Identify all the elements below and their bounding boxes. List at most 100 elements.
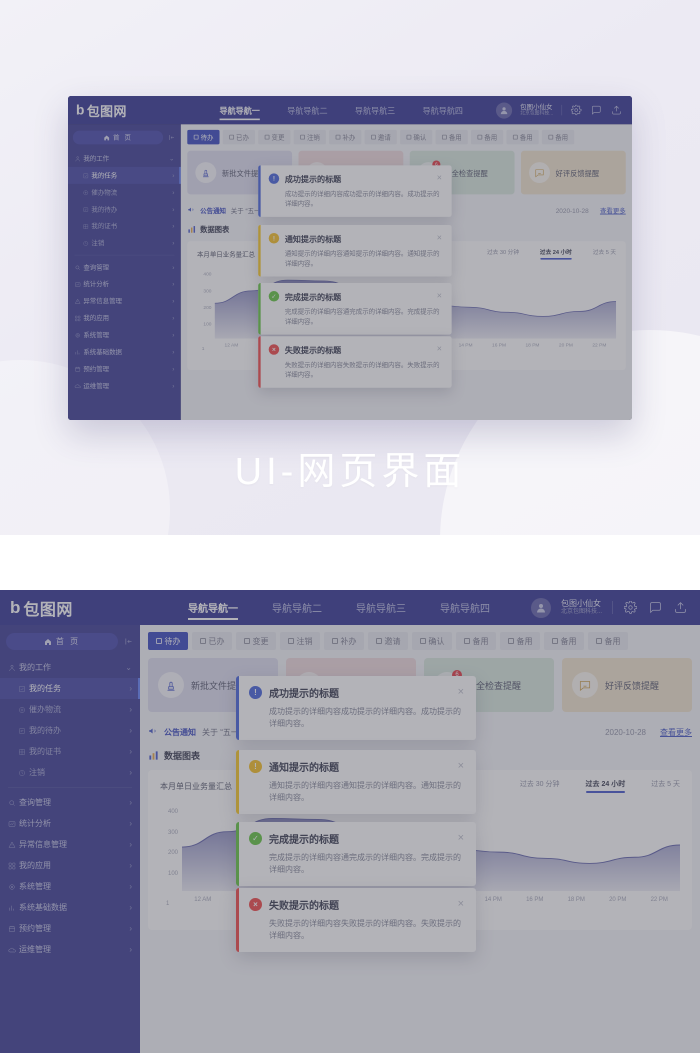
export-icon[interactable] bbox=[673, 600, 688, 615]
sidebar-home-button[interactable]: 首 页 bbox=[6, 633, 118, 650]
sidebar-item-6[interactable]: 注销 › bbox=[68, 235, 181, 252]
tab-3[interactable]: 变更 bbox=[258, 129, 291, 145]
sidebar-home-button[interactable]: 首 页 bbox=[72, 130, 164, 145]
tab-11[interactable]: 备用 bbox=[541, 129, 575, 145]
gear-icon[interactable] bbox=[623, 600, 638, 615]
sidebar-item-5[interactable]: 我的证书 › bbox=[0, 741, 140, 762]
sidebar-item-9[interactable]: 异常信息管理 › bbox=[0, 834, 140, 855]
sidebar-item-2[interactable]: 我的任务 › bbox=[68, 166, 181, 184]
toast-success[interactable]: ✓ 完成提示的标题 × 完成提示的详细内容通完成示的详细内容。完成提示的详细内容。 bbox=[258, 282, 452, 335]
tab-5[interactable]: 补办 bbox=[324, 632, 364, 650]
topnav-item-2[interactable]: 导航导航二 bbox=[287, 96, 327, 124]
close-icon[interactable]: × bbox=[457, 899, 465, 910]
tab-5[interactable]: 补办 bbox=[329, 129, 362, 145]
reminder-card-4[interactable]: 好评反馈提醒 bbox=[520, 150, 626, 195]
sidebar-item-14[interactable]: 运维管理 › bbox=[68, 377, 181, 394]
topnav-item-4[interactable]: 导航导航四 bbox=[423, 96, 463, 124]
close-icon[interactable]: × bbox=[457, 833, 465, 844]
tab-1[interactable]: 待办 bbox=[187, 129, 220, 145]
topnav-item-3[interactable]: 导航导航三 bbox=[356, 590, 406, 625]
avatar[interactable] bbox=[530, 597, 551, 618]
sidebar-item-12[interactable]: 系统基础数据 › bbox=[68, 343, 181, 360]
sidebar-item-4[interactable]: 我的待办 › bbox=[68, 201, 181, 218]
sidebar-item-1[interactable]: 我的工作 ⌄ bbox=[68, 150, 181, 167]
close-icon[interactable]: × bbox=[436, 345, 443, 354]
toast-warn[interactable]: ! 通知提示的标题 × 通知提示的详细内容通知提示的详细内容。通知提示的详细内容。 bbox=[236, 750, 476, 814]
sidebar-item-8[interactable]: 统计分析 › bbox=[0, 813, 140, 834]
tab-6[interactable]: 邀请 bbox=[364, 129, 397, 145]
export-icon[interactable] bbox=[610, 104, 622, 116]
app-logo[interactable]: b 包图网 bbox=[68, 100, 181, 119]
sidebar-item-3[interactable]: 催办物流 › bbox=[68, 184, 181, 201]
topnav-item-1[interactable]: 导航导航一 bbox=[188, 590, 238, 625]
chart-filter-2[interactable]: 过去 24 小时 bbox=[585, 779, 625, 793]
sidebar-item-2[interactable]: 我的任务 › bbox=[0, 678, 140, 699]
sidebar-item-1[interactable]: 我的工作 ⌄ bbox=[0, 657, 140, 678]
tab-7[interactable]: 确认 bbox=[412, 632, 452, 650]
tab-11[interactable]: 备用 bbox=[588, 632, 628, 650]
toast-success[interactable]: ✓ 完成提示的标题 × 完成提示的详细内容通完成示的详细内容。完成提示的详细内容。 bbox=[236, 822, 476, 886]
sidebar-item-10[interactable]: 我的应用 › bbox=[0, 855, 140, 876]
tab-6[interactable]: 邀请 bbox=[368, 632, 408, 650]
sidebar-item-7[interactable]: 查询管理 › bbox=[0, 792, 140, 813]
sidebar-item-12[interactable]: 系统基础数据 › bbox=[0, 897, 140, 918]
close-icon[interactable]: × bbox=[436, 174, 443, 183]
announcement-more-link[interactable]: 查看更多 bbox=[660, 727, 692, 738]
tab-4[interactable]: 注销 bbox=[280, 632, 320, 650]
tab-8[interactable]: 备用 bbox=[456, 632, 496, 650]
user-info[interactable]: 包图小仙女 北京包图科技... bbox=[520, 104, 553, 117]
avatar[interactable] bbox=[495, 102, 513, 119]
topnav-item-3[interactable]: 导航导航三 bbox=[355, 96, 395, 124]
tab-10[interactable]: 备用 bbox=[506, 129, 539, 145]
sidebar-item-4[interactable]: 我的待办 › bbox=[0, 720, 140, 741]
tab-7[interactable]: 确认 bbox=[400, 129, 433, 145]
tab-1[interactable]: 待办 bbox=[148, 632, 188, 650]
reminder-card-4[interactable]: 好评反馈提醒 bbox=[562, 658, 692, 712]
sidebar-item-13[interactable]: 预约管理 › bbox=[0, 918, 140, 939]
chart-filter-3[interactable]: 过去 5 天 bbox=[593, 248, 616, 259]
tab-10[interactable]: 备用 bbox=[544, 632, 584, 650]
chart-filter-1[interactable]: 过去 30 分钟 bbox=[487, 248, 519, 259]
tab-9[interactable]: 备用 bbox=[471, 129, 504, 145]
sidebar-item-5[interactable]: 我的证书 › bbox=[68, 218, 181, 235]
sidebar-item-8[interactable]: 统计分析 › bbox=[68, 276, 181, 293]
tab-2[interactable]: 已办 bbox=[192, 632, 232, 650]
close-icon[interactable]: × bbox=[436, 233, 443, 243]
chart-filter-2[interactable]: 过去 24 小时 bbox=[539, 248, 572, 260]
message-icon[interactable] bbox=[590, 104, 602, 116]
sidebar-item-10[interactable]: 我的应用 › bbox=[68, 310, 181, 327]
collapse-sidebar-icon[interactable] bbox=[166, 134, 176, 141]
toast-warn[interactable]: ! 通知提示的标题 × 通知提示的详细内容通知提示的详细内容。通知提示的详细内容。 bbox=[258, 224, 452, 277]
toast-error[interactable]: × 失败提示的标题 × 失败提示的详细内容失败提示的详细内容。失败提示的详细内容。 bbox=[236, 888, 476, 952]
tab-8[interactable]: 备用 bbox=[435, 129, 468, 145]
sidebar-item-9[interactable]: 异常信息管理 › bbox=[68, 293, 181, 310]
toast-error[interactable]: × 失败提示的标题 × 失败提示的详细内容失败提示的详细内容。失败提示的详细内容。 bbox=[258, 336, 452, 388]
sidebar-item-14[interactable]: 运维管理 › bbox=[0, 939, 140, 960]
chart-filter-3[interactable]: 过去 5 天 bbox=[651, 779, 680, 793]
close-icon[interactable]: × bbox=[436, 291, 443, 301]
sidebar-item-11[interactable]: 系统管理 › bbox=[68, 327, 181, 344]
message-icon[interactable] bbox=[648, 600, 663, 615]
toast-info[interactable]: ! 成功提示的标题 × 成功提示的详细内容成功提示的详细内容。成功提示的详细内容。 bbox=[236, 676, 476, 740]
topnav-item-1[interactable]: 导航导航一 bbox=[219, 96, 260, 124]
sidebar-item-7[interactable]: 查询管理 › bbox=[68, 259, 181, 276]
topnav-item-4[interactable]: 导航导航四 bbox=[440, 590, 490, 625]
gear-icon[interactable] bbox=[570, 104, 582, 116]
tab-3[interactable]: 变更 bbox=[236, 632, 276, 650]
toast-info[interactable]: ! 成功提示的标题 × 成功提示的详细内容成功提示的详细内容。成功提示的详细内容。 bbox=[258, 165, 452, 217]
announcement-more-link[interactable]: 查看更多 bbox=[600, 206, 626, 215]
close-icon[interactable]: × bbox=[457, 687, 465, 698]
tab-4[interactable]: 注销 bbox=[293, 129, 326, 145]
user-info[interactable]: 包图小仙女 北京包图科技... bbox=[561, 599, 602, 615]
chart-filter-1[interactable]: 过去 30 分钟 bbox=[520, 779, 560, 793]
sidebar-item-3[interactable]: 催办物流 › bbox=[0, 699, 140, 720]
tab-9[interactable]: 备用 bbox=[500, 632, 540, 650]
app-logo[interactable]: b 包图网 bbox=[0, 596, 140, 620]
sidebar-item-6[interactable]: 注销 › bbox=[0, 762, 140, 783]
close-icon[interactable]: × bbox=[457, 761, 465, 772]
sidebar-item-11[interactable]: 系统管理 › bbox=[0, 876, 140, 897]
sidebar-item-13[interactable]: 预约管理 › bbox=[68, 360, 181, 377]
tab-2[interactable]: 已办 bbox=[222, 129, 255, 145]
collapse-sidebar-icon[interactable] bbox=[122, 637, 134, 646]
topnav-item-2[interactable]: 导航导航二 bbox=[272, 590, 322, 625]
